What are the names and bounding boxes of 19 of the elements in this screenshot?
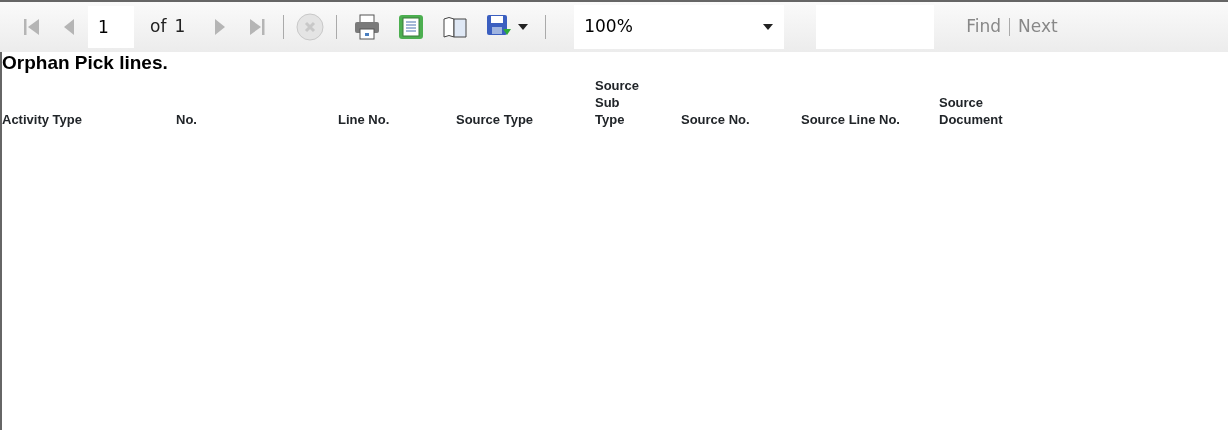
caret-icon <box>517 23 530 31</box>
page-of-label: of <box>150 15 167 39</box>
stop-icon <box>296 13 325 41</box>
document-icon <box>397 13 426 41</box>
column-header: Line No. <box>338 111 390 128</box>
column-header: Activity Type <box>2 111 82 128</box>
print-icon <box>353 13 382 41</box>
dropdown-arrow-icon <box>762 23 775 31</box>
toolbar-button[interactable] <box>353 13 382 41</box>
report-title: Orphan Pick lines. <box>2 52 169 74</box>
column-header: Source Sub Type <box>595 77 641 128</box>
zoom-select[interactable]: 100% <box>574 5 785 49</box>
column-header: Source No. <box>681 111 750 128</box>
column-header: Source Line No. <box>801 111 901 128</box>
column-header: No. <box>176 111 197 128</box>
page-count: 1 <box>174 15 186 39</box>
column-header: Source Type <box>456 111 534 128</box>
page-field[interactable]: 1 <box>88 6 134 48</box>
column-header: Source Document <box>939 94 1004 128</box>
